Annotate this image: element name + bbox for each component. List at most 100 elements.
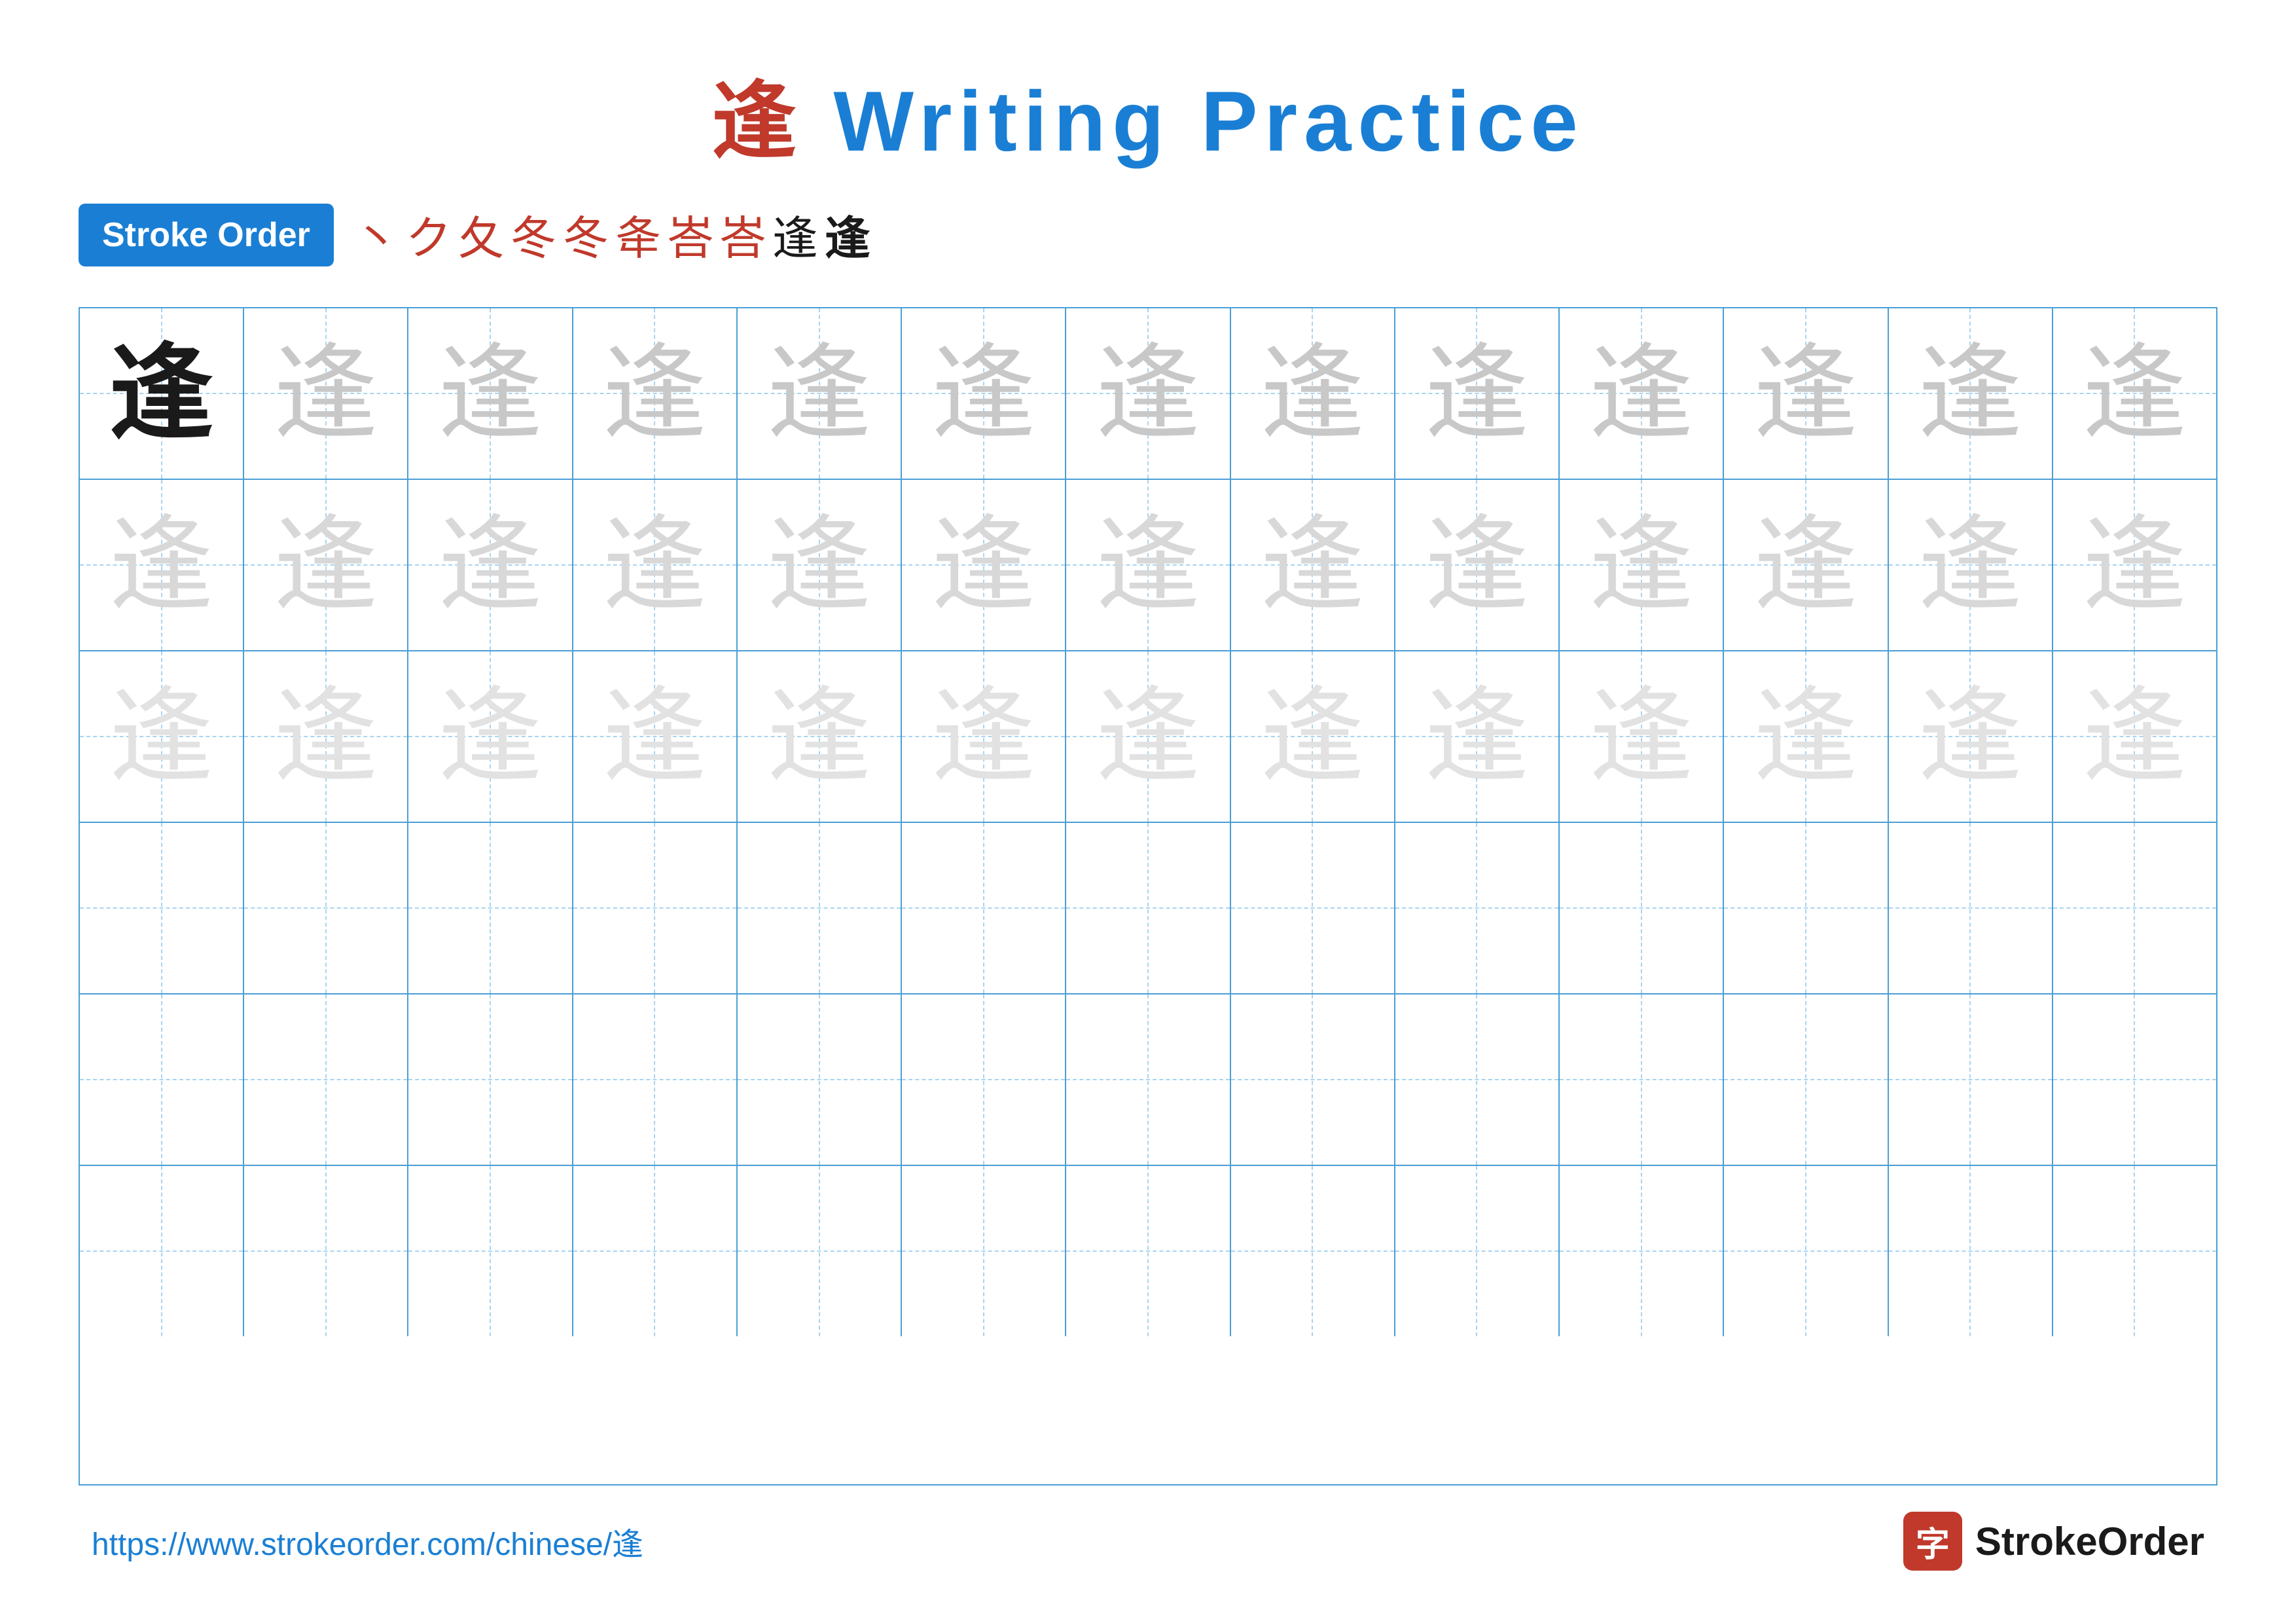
grid-cell[interactable] [2053, 823, 2216, 993]
grid-cell[interactable] [80, 1166, 244, 1336]
grid-cell[interactable]: 逢 [1724, 480, 1888, 650]
grid-cell[interactable]: 逢 [573, 480, 738, 650]
grid-cell[interactable] [1889, 994, 2053, 1165]
grid-cell[interactable] [573, 823, 738, 993]
grid-cell[interactable] [738, 994, 902, 1165]
grid-cell[interactable]: 逢 [738, 651, 902, 822]
grid-cell[interactable]: 逢 [1066, 480, 1230, 650]
grid-cell[interactable] [1560, 994, 1724, 1165]
practice-char: 逢 [1424, 684, 1529, 789]
grid-cell[interactable] [2053, 994, 2216, 1165]
practice-char: 逢 [1589, 513, 1694, 617]
grid-cell[interactable]: 逢 [1231, 651, 1395, 822]
grid-cell[interactable]: 逢 [1395, 308, 1560, 479]
stroke-sequence: 丶 ク 夂 冬 冬 夅 峇 峇 逢 逢 [353, 202, 870, 268]
grid-cell[interactable]: 逢 [80, 480, 244, 650]
grid-cell[interactable] [80, 823, 244, 993]
grid-cell[interactable]: 逢 [1231, 308, 1395, 479]
practice-char: 逢 [109, 684, 214, 789]
grid-row [80, 1166, 2216, 1336]
grid-cell[interactable]: 逢 [1395, 651, 1560, 822]
grid-cell[interactable]: 逢 [2053, 308, 2216, 479]
grid-cell[interactable]: 逢 [1066, 308, 1230, 479]
grid-cell[interactable]: 逢 [1395, 480, 1560, 650]
grid-cell[interactable]: 逢 [408, 308, 573, 479]
grid-cell[interactable] [1395, 823, 1560, 993]
grid-cell[interactable] [902, 994, 1066, 1165]
grid-cell[interactable]: 逢 [1231, 480, 1395, 650]
practice-char: 逢 [1260, 684, 1365, 789]
grid-cell[interactable]: 逢 [80, 308, 244, 479]
grid-cell[interactable]: 逢 [1724, 308, 1888, 479]
practice-char: 逢 [438, 513, 543, 617]
grid-cell[interactable]: 逢 [2053, 480, 2216, 650]
grid-cell[interactable]: 逢 [1560, 651, 1724, 822]
grid-cell[interactable] [1066, 823, 1230, 993]
grid-cell[interactable] [2053, 1166, 2216, 1336]
grid-cell[interactable]: 逢 [1560, 308, 1724, 479]
grid-cell[interactable] [1889, 823, 2053, 993]
practice-char: 逢 [438, 341, 543, 446]
grid-cell[interactable]: 逢 [573, 651, 738, 822]
grid-cell[interactable]: 逢 [738, 480, 902, 650]
grid-cell[interactable] [902, 823, 1066, 993]
grid-cell[interactable]: 逢 [244, 308, 408, 479]
practice-char: 逢 [1918, 513, 2022, 617]
grid-cell[interactable]: 逢 [902, 308, 1066, 479]
grid-cell[interactable] [1724, 1166, 1888, 1336]
practice-char: 逢 [274, 684, 378, 789]
grid-cell[interactable] [408, 994, 573, 1165]
footer-url[interactable]: https://www.strokeorder.com/chinese/逢 [92, 1518, 643, 1564]
grid-cell[interactable] [1560, 823, 1724, 993]
grid-cell[interactable]: 逢 [1889, 308, 2053, 479]
grid-cell[interactable] [573, 994, 738, 1165]
grid-cell[interactable] [1724, 994, 1888, 1165]
grid-cell[interactable] [244, 994, 408, 1165]
grid-cell[interactable]: 逢 [244, 651, 408, 822]
grid-cell[interactable] [408, 1166, 573, 1336]
grid-cell[interactable] [1395, 994, 1560, 1165]
practice-char: 逢 [1918, 684, 2022, 789]
grid-cell[interactable] [1724, 823, 1888, 993]
grid-cell[interactable] [1066, 994, 1230, 1165]
grid-cell[interactable] [1560, 1166, 1724, 1336]
practice-char: 逢 [767, 513, 872, 617]
practice-char: 逢 [931, 341, 1036, 446]
grid-cell[interactable]: 逢 [408, 651, 573, 822]
practice-char: 逢 [274, 513, 378, 617]
grid-cell[interactable] [1231, 994, 1395, 1165]
grid-cell[interactable] [80, 994, 244, 1165]
grid-cell[interactable]: 逢 [408, 480, 573, 650]
grid-cell[interactable] [738, 1166, 902, 1336]
grid-cell[interactable]: 逢 [244, 480, 408, 650]
grid-cell[interactable]: 逢 [2053, 651, 2216, 822]
practice-char: 逢 [767, 341, 872, 446]
grid-cell[interactable]: 逢 [1560, 480, 1724, 650]
grid-cell[interactable] [244, 823, 408, 993]
grid-cell[interactable] [1231, 1166, 1395, 1336]
grid-cell[interactable] [1066, 1166, 1230, 1336]
grid-cell[interactable] [902, 1166, 1066, 1336]
grid-cell[interactable]: 逢 [738, 308, 902, 479]
grid-cell[interactable] [408, 823, 573, 993]
grid-cell[interactable]: 逢 [902, 651, 1066, 822]
grid-cell[interactable] [1889, 1166, 2053, 1336]
practice-char: 逢 [1260, 341, 1365, 446]
practice-char: 逢 [1260, 513, 1365, 617]
grid-cell[interactable] [1231, 823, 1395, 993]
grid-cell[interactable]: 逢 [1066, 651, 1230, 822]
grid-cell[interactable] [1395, 1166, 1560, 1336]
practice-char: 逢 [931, 513, 1036, 617]
stroke-order-row: Stroke Order 丶 ク 夂 冬 冬 夅 峇 峇 逢 逢 [79, 202, 2217, 268]
grid-cell[interactable] [738, 823, 902, 993]
grid-cell[interactable]: 逢 [1724, 651, 1888, 822]
grid-cell[interactable]: 逢 [573, 308, 738, 479]
practice-char: 逢 [602, 684, 707, 789]
grid-cell[interactable]: 逢 [1889, 480, 2053, 650]
grid-cell[interactable]: 逢 [80, 651, 244, 822]
grid-cell[interactable]: 逢 [1889, 651, 2053, 822]
grid-cell[interactable] [573, 1166, 738, 1336]
practice-char: 逢 [1424, 341, 1529, 446]
grid-cell[interactable]: 逢 [902, 480, 1066, 650]
grid-cell[interactable] [244, 1166, 408, 1336]
